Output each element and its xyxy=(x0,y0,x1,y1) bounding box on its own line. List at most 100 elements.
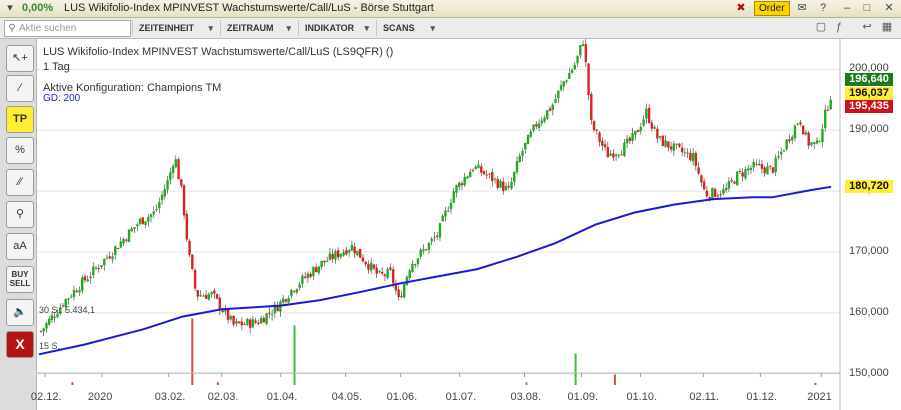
percent-tool-button[interactable]: % xyxy=(6,137,34,164)
candle-body xyxy=(590,93,593,121)
fx-icon[interactable]: ƒ xyxy=(832,20,846,34)
candle-body xyxy=(658,136,662,138)
minimize-icon[interactable]: – xyxy=(840,1,854,15)
candle-body xyxy=(240,321,244,326)
volume-bar xyxy=(525,382,528,385)
maximize-icon[interactable]: □ xyxy=(860,1,874,15)
candle-body xyxy=(793,125,797,139)
help-icon[interactable]: ? xyxy=(816,1,830,15)
candle-body xyxy=(166,180,169,190)
candle-body xyxy=(535,124,538,127)
candle-body xyxy=(323,260,326,263)
candle-body xyxy=(45,323,48,329)
pin-icon[interactable]: ✖ xyxy=(734,1,748,15)
candle-body xyxy=(562,81,565,87)
candle-body xyxy=(116,248,120,250)
cursor-tool-icon[interactable]: ↖+ xyxy=(6,45,34,72)
candle-body xyxy=(719,194,722,196)
candle-body xyxy=(133,227,136,229)
candle-body xyxy=(358,248,362,258)
menu-zeitraum[interactable]: ZEITRAUM ▾ xyxy=(220,20,297,36)
volume-bar xyxy=(574,353,577,385)
candle-body xyxy=(813,142,816,145)
candle-body xyxy=(339,253,343,257)
candle-body xyxy=(458,182,461,188)
candle-body xyxy=(138,218,142,224)
candle-body xyxy=(425,249,428,251)
candle-body xyxy=(210,292,213,295)
candle-body xyxy=(779,151,783,155)
candle-body xyxy=(557,90,560,99)
candle-body xyxy=(342,251,345,256)
candle-body xyxy=(72,289,76,298)
chart-area[interactable]: LUS Wikifolio-Index MPINVEST Wachstumswe… xyxy=(31,39,901,410)
candle-body xyxy=(573,64,576,70)
candle-body xyxy=(598,132,601,142)
mail-icon[interactable]: ✉ xyxy=(795,1,809,15)
candle-body xyxy=(529,131,532,137)
candle-body xyxy=(292,290,296,292)
candle-body xyxy=(496,179,499,188)
candle-body xyxy=(623,142,626,157)
candle-body xyxy=(270,314,274,316)
candle-body xyxy=(614,154,618,156)
candle-body xyxy=(303,276,307,278)
candle-body xyxy=(97,268,100,270)
zoom-icon[interactable]: ⚲ xyxy=(6,201,34,228)
candle-body xyxy=(727,181,731,189)
fullscreen-icon[interactable]: ▢ xyxy=(814,20,828,34)
chevron-down-icon[interactable]: ▾ xyxy=(3,1,17,15)
candle-body xyxy=(515,160,519,173)
menu-zeiteinheit[interactable]: ZEITEINHEIT ▾ xyxy=(132,20,219,36)
candle-body xyxy=(634,130,637,135)
candle-body xyxy=(711,187,714,200)
candle-body xyxy=(645,108,648,119)
candle-body xyxy=(664,140,667,147)
speaker-icon[interactable]: 🔈 xyxy=(6,299,34,326)
x-tick-label: 2020 xyxy=(87,391,113,403)
close-chart-button[interactable]: X xyxy=(6,331,34,358)
candle-body xyxy=(281,298,285,303)
grid-icon[interactable]: ▦ xyxy=(880,20,894,34)
candle-body xyxy=(92,266,95,276)
candle-body xyxy=(125,239,128,241)
candle-body xyxy=(334,251,337,260)
candle-body xyxy=(738,170,742,172)
candle-body xyxy=(122,239,125,244)
candle-body xyxy=(631,133,634,142)
menu-scans[interactable]: SCANS ▾ xyxy=(376,20,441,36)
candle-body xyxy=(824,109,827,129)
candle-body xyxy=(402,284,406,298)
candle-body xyxy=(653,126,656,129)
text-tool-button[interactable]: aA xyxy=(6,233,34,260)
candle-body xyxy=(314,267,318,273)
candle-body xyxy=(790,136,794,141)
tp-button[interactable]: TP xyxy=(6,106,34,133)
candle-body xyxy=(807,132,810,146)
candle-body xyxy=(702,181,706,190)
candle-body xyxy=(601,140,604,146)
candle-body xyxy=(180,179,183,186)
back-icon[interactable]: ↩ xyxy=(860,20,874,34)
candle-body xyxy=(680,147,684,153)
candle-body xyxy=(691,153,695,162)
candle-body xyxy=(568,72,571,79)
candle-body xyxy=(345,250,348,255)
candle-body xyxy=(579,45,582,56)
candle-body xyxy=(70,296,73,298)
search-input[interactable]: ⚲ Aktie suchen xyxy=(4,20,131,37)
close-icon[interactable]: ✕ xyxy=(882,1,896,15)
candle-body xyxy=(328,253,332,260)
price-chart[interactable] xyxy=(37,39,901,410)
parallel-lines-icon[interactable]: ∕∕ xyxy=(6,169,34,196)
candle-body xyxy=(485,174,488,176)
menu-indikator[interactable]: INDIKATOR ▾ xyxy=(298,20,375,36)
candle-body xyxy=(259,318,263,324)
candle-body xyxy=(697,167,700,174)
order-button[interactable]: Order xyxy=(754,1,790,16)
candle-body xyxy=(647,107,651,123)
buy-sell-button[interactable]: BUY SELL xyxy=(6,266,34,293)
line-tool-icon[interactable]: ∕ xyxy=(6,75,34,102)
change-percent: 0,00% xyxy=(22,2,54,14)
candle-body xyxy=(67,298,70,300)
